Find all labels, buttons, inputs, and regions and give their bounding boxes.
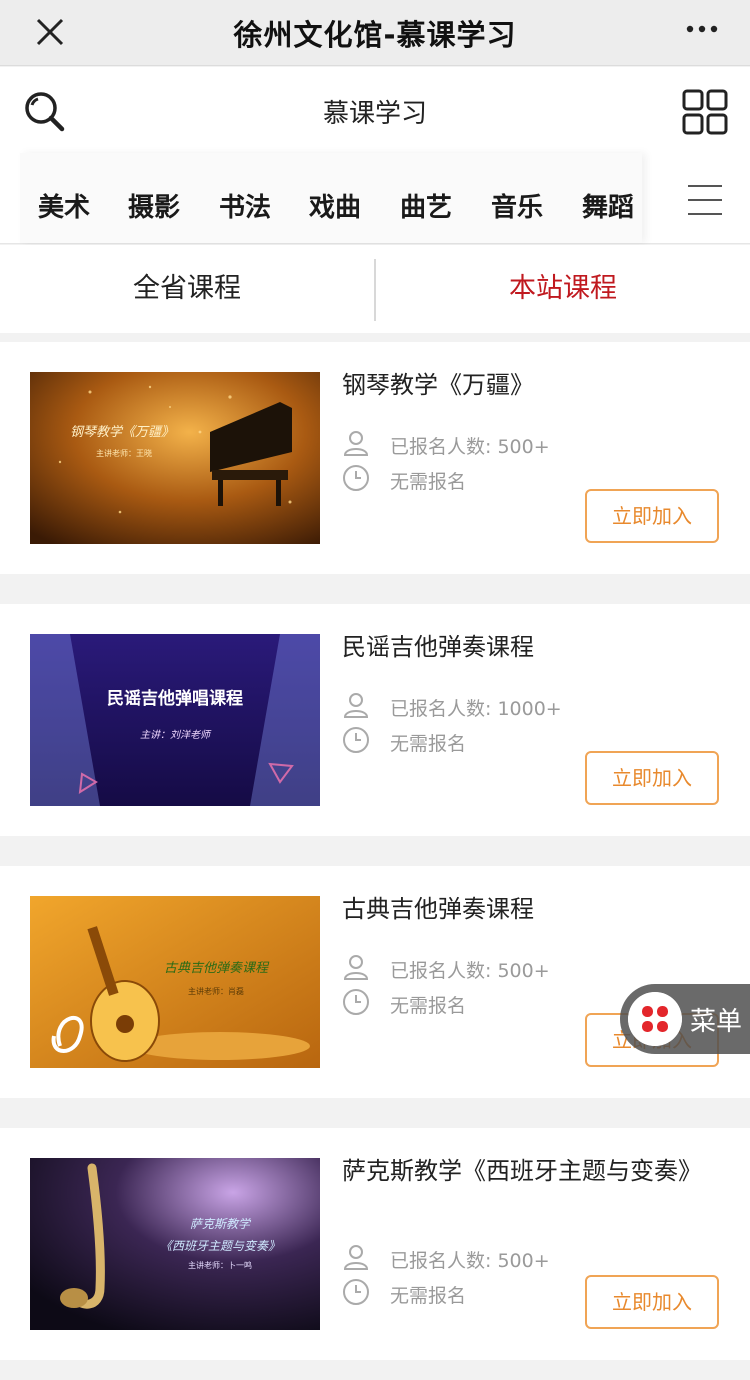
course-title[interactable]: 民谣吉他弹奏课程: [342, 632, 722, 662]
category-list: 美术 摄影 书法 戏曲 曲艺 音乐 舞蹈: [20, 153, 642, 243]
grid-icon[interactable]: [682, 89, 728, 135]
menu-flower-icon: [628, 992, 682, 1046]
enrolled-count: 已报名人数: 500+: [390, 1250, 550, 1272]
course-card[interactable]: 民谣吉他弹唱课程 主讲：刘洋老师 民谣吉他弹奏课程 已报名人数: 1000+ 无…: [0, 604, 750, 836]
enrolled-count: 已报名人数: 500+: [390, 436, 550, 458]
category-photography[interactable]: 摄影: [128, 187, 180, 224]
join-button[interactable]: 立即加入: [585, 751, 719, 805]
hamburger-menu-icon[interactable]: [686, 183, 724, 217]
course-thumbnail[interactable]: 萨克斯教学 《西班牙主题与变奏》 主讲老师：卜一鸣: [30, 1158, 320, 1330]
clock-icon: [343, 465, 369, 491]
thumb-subtitle: 主讲：刘洋老师: [140, 729, 212, 741]
thumb-title: 萨克斯教学: [190, 1217, 252, 1231]
person-icon: [343, 693, 369, 718]
course-card[interactable]: 萨克斯教学 《西班牙主题与变奏》 主讲老师：卜一鸣 萨克斯教学《西班牙主题与变奏…: [0, 1128, 750, 1360]
person-icon: [343, 1245, 369, 1270]
category-opera[interactable]: 戏曲: [309, 187, 361, 224]
course-title[interactable]: 古典吉他弹奏课程: [342, 894, 722, 924]
category-folk-art[interactable]: 曲艺: [400, 187, 452, 224]
header-title: 慕课学习: [322, 99, 427, 129]
clock-icon: [343, 989, 369, 1015]
page-title: 徐州文化馆-慕课学习: [233, 18, 517, 52]
thumb-title-line2: 《西班牙主题与变奏》: [160, 1239, 280, 1253]
person-icon: [343, 431, 369, 456]
thumb-subtitle: 主讲老师：卜一鸣: [188, 1260, 252, 1270]
course-title[interactable]: 萨克斯教学《西班牙主题与变奏》: [342, 1156, 722, 1186]
floating-menu-label: 菜单: [690, 1007, 743, 1037]
more-options-icon[interactable]: [682, 14, 722, 44]
signup-status: 无需报名: [390, 1285, 467, 1307]
course-thumbnail[interactable]: 古典吉他弹奏课程 主讲老师：肖磊: [30, 896, 320, 1068]
course-thumbnail[interactable]: 民谣吉他弹唱课程 主讲：刘洋老师: [30, 634, 320, 806]
signup-status: 无需报名: [390, 733, 467, 755]
category-music[interactable]: 音乐: [491, 187, 543, 224]
thumb-title: 民谣吉他弹唱课程: [107, 688, 243, 709]
tab-local-courses[interactable]: 本站课程: [376, 245, 750, 333]
course-thumbnail[interactable]: 钢琴教学《万疆》 主讲老师：王晓: [30, 372, 320, 544]
thumb-subtitle: 主讲老师：肖磊: [188, 986, 244, 996]
category-bar: 美术 摄影 书法 戏曲 曲艺 音乐 舞蹈: [0, 153, 750, 244]
signup-status: 无需报名: [390, 471, 467, 493]
floating-menu-button[interactable]: 菜单: [620, 984, 750, 1054]
app-header: 慕课学习: [0, 67, 750, 153]
enrolled-count: 已报名人数: 500+: [390, 960, 550, 982]
thumb-title: 古典吉他弹奏课程: [164, 961, 270, 976]
top-title-bar: 徐州文化馆-慕课学习: [0, 0, 750, 66]
tab-province-courses[interactable]: 全省课程: [0, 245, 374, 333]
person-icon: [343, 955, 369, 980]
join-button[interactable]: 立即加入: [585, 489, 719, 543]
thumb-title: 钢琴教学《万疆》: [70, 424, 174, 440]
clock-icon: [343, 1279, 369, 1305]
category-calligraphy[interactable]: 书法: [219, 187, 271, 224]
clock-icon: [343, 727, 369, 753]
category-art[interactable]: 美术: [38, 187, 90, 224]
signup-status: 无需报名: [390, 995, 467, 1017]
join-button[interactable]: 立即加入: [585, 1275, 719, 1329]
course-card[interactable]: 钢琴教学《万疆》 主讲老师：王晓 钢琴教学《万疆》 已报名人数: 500+ 无需…: [0, 342, 750, 574]
course-tabs: 全省课程 本站课程: [0, 245, 750, 333]
category-dance[interactable]: 舞蹈: [582, 187, 634, 224]
thumb-subtitle: 主讲老师：王晓: [96, 448, 152, 458]
course-card[interactable]: 古典吉他弹奏课程 主讲老师：肖磊 古典吉他弹奏课程 已报名人数: 500+ 无需…: [0, 866, 750, 1098]
course-title[interactable]: 钢琴教学《万疆》: [342, 370, 722, 400]
enrolled-count: 已报名人数: 1000+: [390, 698, 562, 720]
